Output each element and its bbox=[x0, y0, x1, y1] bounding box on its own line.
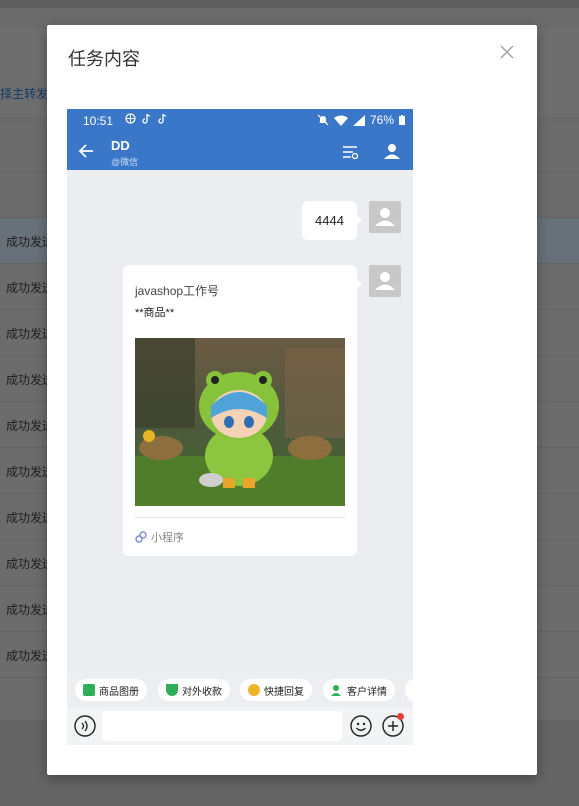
person-icon bbox=[375, 208, 395, 226]
emoji-icon[interactable] bbox=[349, 714, 373, 738]
list-menu-icon[interactable] bbox=[341, 143, 359, 161]
wifi-icon bbox=[333, 115, 348, 126]
message-bubble: 4444 bbox=[302, 201, 362, 240]
quick-reply-button[interactable]: 快捷回复 bbox=[240, 679, 312, 701]
card-source: javashop工作号 bbox=[135, 284, 220, 298]
mini-program-icon bbox=[135, 531, 147, 543]
more-quick-button[interactable] bbox=[405, 679, 413, 701]
user-profile-icon[interactable] bbox=[383, 142, 401, 160]
quick-label: 快捷回复 bbox=[264, 686, 304, 698]
reply-icon bbox=[248, 684, 260, 696]
modal-title: 任务内容 bbox=[68, 49, 140, 69]
mini-program-card[interactable]: javashop工作号 **商品** 小程序 bbox=[123, 265, 362, 556]
close-icon[interactable] bbox=[497, 43, 517, 63]
chat-area: 4444 javashop工作号 **商品** 小程序 bbox=[67, 170, 413, 670]
background-topbar bbox=[0, 0, 579, 8]
card-footer-label: 小程序 bbox=[151, 532, 184, 544]
product-album-button[interactable]: 商品图册 bbox=[75, 679, 147, 701]
chat-header: DD @微信 bbox=[67, 133, 413, 170]
contact-source: @微信 bbox=[111, 157, 139, 167]
payment-button[interactable]: 对外收款 bbox=[158, 679, 230, 701]
product-image bbox=[135, 338, 345, 506]
battery-icon bbox=[399, 115, 405, 125]
battery-level: 76% bbox=[369, 113, 394, 127]
message-input[interactable] bbox=[102, 711, 342, 741]
avatar bbox=[369, 265, 401, 297]
tiktok-icon bbox=[158, 113, 167, 124]
card-footer: 小程序 bbox=[135, 529, 184, 545]
customer-detail-button[interactable]: 客户详情 bbox=[323, 679, 395, 701]
album-icon bbox=[83, 684, 95, 696]
voice-icon[interactable] bbox=[73, 714, 97, 738]
card-title: **商品** bbox=[135, 307, 175, 319]
status-right-icons: 76% bbox=[317, 113, 405, 127]
status-bar: 10:51 76% bbox=[67, 109, 413, 133]
contact-name: DD bbox=[111, 138, 130, 153]
person-icon bbox=[375, 272, 395, 290]
tiktok-icon bbox=[142, 113, 151, 124]
quick-label: 客户详情 bbox=[347, 686, 387, 698]
phone-screenshot: 10:51 76% DD @微信 4444 javashop工作号 **商品**… bbox=[67, 109, 413, 745]
task-content-modal: 任务内容 10:51 76% DD @微信 4444 javashop工作号 *… bbox=[47, 25, 537, 775]
shield-payment-icon bbox=[166, 684, 178, 696]
notification-dot bbox=[397, 713, 404, 720]
customer-icon bbox=[331, 684, 343, 696]
quick-label: 商品图册 bbox=[99, 686, 139, 698]
mute-icon bbox=[317, 114, 329, 126]
status-time: 10:51 bbox=[83, 114, 114, 128]
quick-label: 对外收款 bbox=[182, 686, 222, 698]
avatar bbox=[369, 201, 401, 233]
input-bar bbox=[67, 708, 413, 745]
quick-action-bar: 商品图册 对外收款 快捷回复 客户详情 bbox=[67, 670, 413, 708]
back-arrow-icon[interactable] bbox=[77, 141, 97, 161]
status-left-icons bbox=[125, 113, 168, 124]
browser-icon bbox=[125, 113, 136, 124]
signal-icon bbox=[352, 114, 365, 126]
card-divider bbox=[135, 517, 345, 518]
